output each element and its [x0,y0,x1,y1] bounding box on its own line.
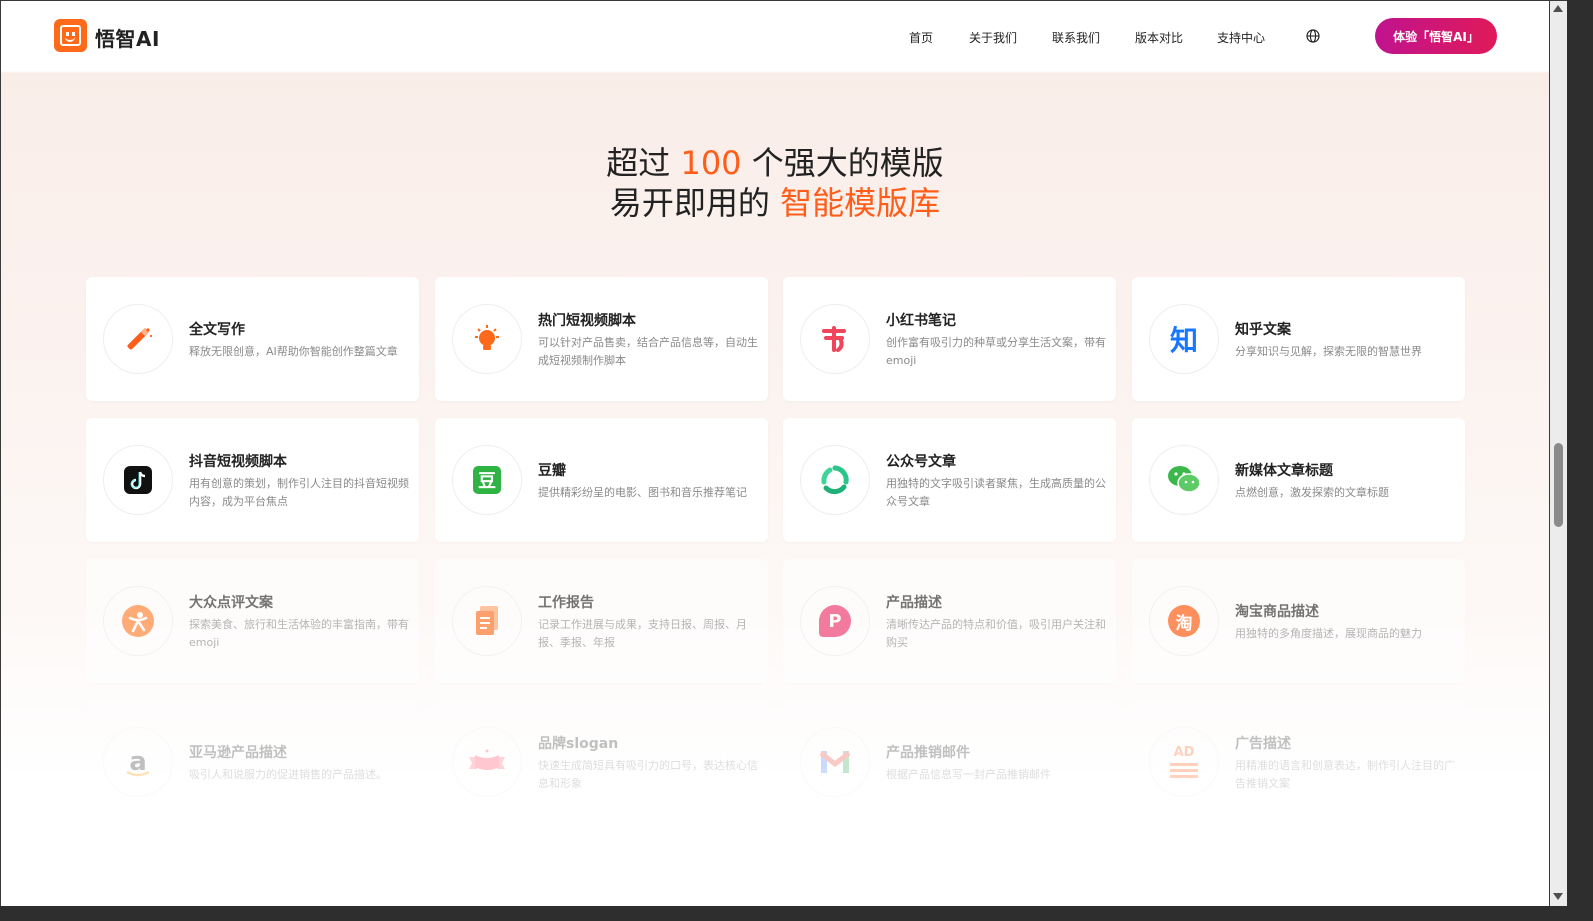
title-highlight-number: 100 [680,144,742,182]
scrollbar-thumb[interactable] [1554,443,1563,527]
nav-home[interactable]: 首页 [909,29,933,46]
template-card-short-video-script[interactable]: 热门短视频脚本 可以针对产品售卖，结合产品信息等，自动生成短视频制作脚本 [435,277,768,401]
template-desc: 记录工作进展与成果，支持日报、周报、月报、季报、年报 [538,618,747,649]
title-text: 超过 [606,144,681,182]
template-title: 亚马逊产品描述 [189,745,287,761]
template-desc: 用有创意的策划，制作引人注目的抖音短视频内容，成为平台焦点 [189,477,409,508]
vertical-scrollbar[interactable] [1550,1,1567,906]
site-header: 悟智AI 首页 关于我们 联系我们 版本对比 支持中心 体验「悟智AI」 [1,1,1549,71]
zhihu-icon: 知 [1149,304,1219,374]
template-desc: 快速生成简短具有吸引力的口号，表达核心信息和形象 [538,759,758,790]
template-title: 热门短视频脚本 [538,313,636,329]
scroll-down-arrow-icon[interactable] [1553,893,1563,900]
template-desc: 根据产品信息写一封产品推销邮件 [886,768,1051,781]
nav-about[interactable]: 关于我们 [969,29,1017,46]
dianping-icon [103,586,173,656]
document-icon [452,586,522,656]
template-card-sales-email[interactable]: 产品推销邮件 根据产品信息写一封产品推销邮件 [783,700,1116,824]
template-card-new-media-title[interactable]: 新媒体文章标题 点燃创意，激发探索的文章标题 [1132,418,1465,542]
xiaohongshu-icon [800,304,870,374]
section-title-line2: 易开即用的 智能模版库 [1,178,1549,224]
template-card-douyin[interactable]: 抖音短视频脚本 用有创意的策划，制作引人注目的抖音短视频内容，成为平台焦点 [86,418,419,542]
template-title: 新媒体文章标题 [1235,463,1333,479]
window-edge [1567,0,1593,921]
template-card-xiaohongshu[interactable]: 小红书笔记 创作富有吸引力的种草或分享生活文案，带有emoji [783,277,1116,401]
template-title: 品牌slogan [538,736,619,752]
template-desc: 清晰传达产品的特点和价值，吸引用户关注和购买 [886,618,1106,649]
template-card-ad-description[interactable]: AD 广告描述 用精准的语言和创意表达，制作引人注目的广告推销文案 [1132,700,1465,824]
amazon-icon: a [103,727,173,797]
title-highlight-text: 智能模版库 [780,184,941,222]
brand-name[interactable]: 悟智AI [95,23,160,52]
template-desc: 创作富有吸引力的种草或分享生活文案，带有emoji [886,336,1106,367]
lightbulb-icon [452,304,522,374]
taobao-glyph: 淘 [1168,605,1200,637]
template-title: 全文写作 [189,322,245,338]
try-wuzhi-ai-button[interactable]: 体验「悟智AI」 [1375,18,1497,54]
ad-glyph: AD [1173,745,1195,760]
title-text: 易开即用的 [609,184,781,222]
template-title: 豆瓣 [538,463,566,479]
template-card-full-writing[interactable]: 全文写作 释放无限创意，AI帮助你智能创作整篇文章 [86,277,419,401]
template-title: 淘宝商品描述 [1235,604,1319,620]
nav-support[interactable]: 支持中心 [1217,29,1265,46]
template-desc: 释放无限创意，AI帮助你智能创作整篇文章 [189,345,398,358]
gmail-icon [800,727,870,797]
window-bottom-edge [0,906,1593,921]
template-title: 知乎文案 [1235,322,1291,338]
browser-window: 悟智AI 首页 关于我们 联系我们 版本对比 支持中心 体验「悟智AI」 超过 … [0,0,1593,921]
template-desc: 探索美食、旅行和生活体验的丰富指南，带有emoji [189,618,409,649]
template-desc: 可以针对产品售卖，结合产品信息等，自动生成短视频制作脚本 [538,336,758,367]
template-desc: 用独特的多角度描述，展现商品的魅力 [1235,627,1422,640]
page-viewport: 悟智AI 首页 关于我们 联系我们 版本对比 支持中心 体验「悟智AI」 超过 … [1,1,1549,906]
template-desc: 分享知识与见解，探索无限的智慧世界 [1235,345,1422,358]
template-card-wechat-article[interactable]: 公众号文章 用独特的文字吸引读者聚焦，生成高质量的公众号文章 [783,418,1116,542]
template-desc: 用精准的语言和创意表达，制作引人注目的广告推销文案 [1235,759,1455,790]
template-card-zhihu[interactable]: 知 知乎文案 分享知识与见解，探索无限的智慧世界 [1132,277,1465,401]
template-title: 产品描述 [886,595,942,611]
douban-icon: 豆 [452,445,522,515]
template-card-douban[interactable]: 豆 豆瓣 提供精彩纷呈的电影、图书和音乐推荐笔记 [435,418,768,542]
template-title: 产品推销邮件 [886,745,970,761]
ribbon-icon [452,727,522,797]
ad-icon: AD [1149,727,1219,797]
template-card-brand-slogan[interactable]: 品牌slogan 快速生成简短具有吸引力的口号，表达核心信息和形象 [435,700,768,824]
template-title: 工作报告 [538,595,594,611]
template-card-work-report[interactable]: 工作报告 记录工作进展与成果，支持日报、周报、月报、季报、年报 [435,559,768,683]
template-title: 大众点评文案 [189,595,273,611]
magic-wand-icon [103,304,173,374]
nav-compare-versions[interactable]: 版本对比 [1135,29,1183,46]
wechat-official-icon [800,445,870,515]
template-card-product-description[interactable]: P 产品描述 清晰传达产品的特点和价值，吸引用户关注和购买 [783,559,1116,683]
logo-icon[interactable] [54,19,87,52]
taobao-icon: 淘 [1149,586,1219,656]
douyin-icon [103,445,173,515]
product-p-icon: P [800,586,870,656]
template-card-dianping[interactable]: 大众点评文案 探索美食、旅行和生活体验的丰富指南，带有emoji [86,559,419,683]
wechat-icon [1149,445,1219,515]
template-card-amazon[interactable]: a 亚马逊产品描述 吸引人和说服力的促进销售的产品描述。 [86,700,419,824]
template-title: 公众号文章 [886,454,956,470]
template-desc: 点燃创意，激发探索的文章标题 [1235,486,1389,499]
template-desc: 吸引人和说服力的促进销售的产品描述。 [189,768,387,781]
template-title: 抖音短视频脚本 [189,454,287,470]
douban-glyph: 豆 [473,466,501,494]
template-title: 小红书笔记 [886,313,956,329]
template-card-taobao[interactable]: 淘 淘宝商品描述 用独特的多角度描述，展现商品的魅力 [1132,559,1465,683]
globe-icon[interactable] [1306,29,1320,43]
template-title: 广告描述 [1235,736,1291,752]
title-text: 个强大的模版 [741,144,944,182]
zhihu-glyph: 知 [1169,324,1198,357]
scroll-up-arrow-icon[interactable] [1553,5,1563,12]
template-desc: 用独特的文字吸引读者聚焦，生成高质量的公众号文章 [886,477,1106,508]
product-p-glyph: P [819,605,851,637]
nav-contact[interactable]: 联系我们 [1052,29,1100,46]
template-desc: 提供精彩纷呈的电影、图书和音乐推荐笔记 [538,486,747,499]
